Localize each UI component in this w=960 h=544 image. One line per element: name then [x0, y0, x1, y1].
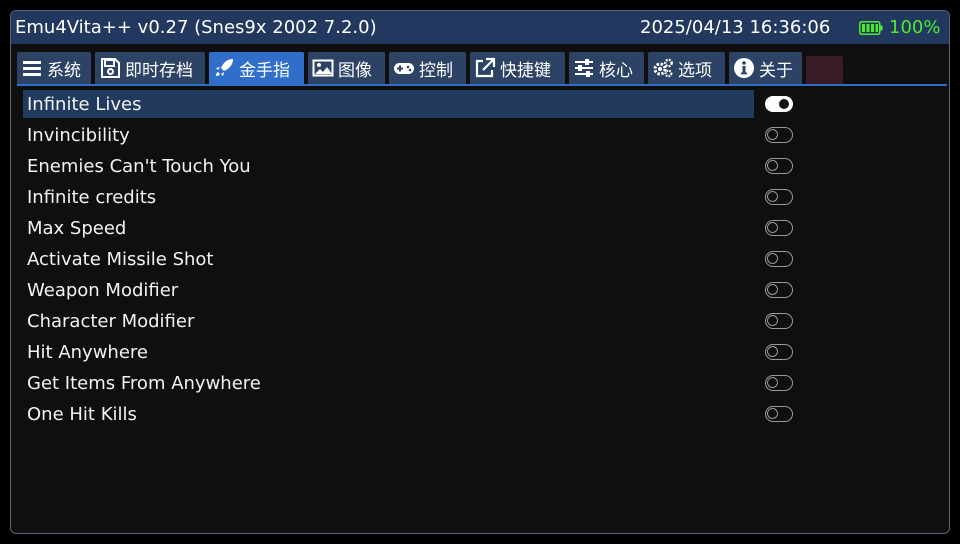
cheat-row[interactable]: Weapon Modifier — [23, 275, 813, 306]
toggle-knob — [767, 315, 778, 326]
tab-label: 系统 — [47, 60, 81, 81]
tab-label: 图像 — [338, 60, 372, 81]
cheat-toggle[interactable] — [765, 158, 793, 174]
cheat-label: Invincibility — [27, 125, 130, 146]
cheat-toggle[interactable] — [765, 282, 793, 298]
cheat-label: Hit Anywhere — [27, 342, 148, 363]
cheat-label: Infinite credits — [27, 187, 157, 208]
cheat-label: Enemies Can't Touch You — [27, 156, 251, 177]
toggle-knob — [767, 222, 778, 233]
cheat-row[interactable]: Character Modifier — [23, 306, 813, 337]
cheat-row[interactable]: Invincibility — [23, 120, 813, 151]
toggle-knob — [767, 408, 778, 419]
cheat-toggle[interactable] — [765, 189, 793, 205]
cheat-toggle[interactable] — [765, 313, 793, 329]
battery-full-icon — [859, 20, 883, 35]
cheat-label: Max Speed — [27, 218, 127, 239]
cheat-toggle[interactable] — [765, 375, 793, 391]
tab-overflow-indicator — [806, 56, 843, 84]
cheat-label: Weapon Modifier — [27, 280, 179, 301]
cheat-row[interactable]: Hit Anywhere — [23, 337, 813, 368]
cheat-row[interactable]: Infinite credits — [23, 182, 813, 213]
cheat-label: Activate Missile Shot — [27, 249, 214, 270]
tab-label: 选项 — [678, 60, 712, 81]
toggle-knob — [767, 377, 778, 388]
datetime: 2025/04/13 16:36:06 — [640, 17, 831, 38]
menu-icon — [21, 57, 43, 79]
tab-label: 关于 — [759, 60, 793, 81]
toggle-knob — [779, 98, 789, 109]
tab-label: 快捷键 — [500, 60, 551, 81]
toggle-knob — [767, 284, 778, 295]
tab-label: 金手指 — [239, 60, 290, 81]
toggle-knob — [767, 160, 778, 171]
cheat-list: Infinite Lives Invincibility Enemies Can't… — [23, 89, 813, 430]
cheat-toggle[interactable] — [765, 251, 793, 267]
cheat-toggle[interactable] — [765, 96, 793, 112]
tab-cheats[interactable]: 金手指 — [209, 52, 304, 84]
sliders-icon — [573, 57, 595, 79]
toggle-knob — [767, 191, 778, 202]
toggle-knob — [767, 129, 778, 140]
rocket-icon — [213, 57, 235, 79]
cheat-row[interactable]: Activate Missile Shot — [23, 244, 813, 275]
title-bar: Emu4Vita++ v0.27 (Snes9x 2002 7.2.0) 202… — [11, 11, 949, 44]
tab-label: 核心 — [599, 60, 633, 81]
toggle-knob — [767, 346, 778, 357]
tab-label: 即时存档 — [125, 60, 193, 81]
gears-icon — [652, 57, 674, 79]
emulator-menu-window: Emu4Vita++ v0.27 (Snes9x 2002 7.2.0) 202… — [10, 10, 950, 534]
info-icon — [733, 57, 755, 79]
tab-label: 控制 — [419, 60, 453, 81]
cheat-row[interactable]: Infinite Lives — [23, 89, 813, 120]
cheat-row[interactable]: Get Items From Anywhere — [23, 368, 813, 399]
cheat-toggle[interactable] — [765, 344, 793, 360]
cheat-toggle[interactable] — [765, 220, 793, 236]
tab-controls[interactable]: 控制 — [389, 52, 466, 84]
tab-underline — [17, 84, 947, 86]
tab-system[interactable]: 系统 — [17, 52, 91, 84]
cheat-row[interactable]: Max Speed — [23, 213, 813, 244]
cheat-row[interactable]: Enemies Can't Touch You — [23, 151, 813, 182]
cheat-label: Get Items From Anywhere — [27, 373, 261, 394]
tab-save-state[interactable]: 即时存档 — [95, 52, 205, 84]
save-icon — [99, 57, 121, 79]
gamepad-icon — [393, 57, 415, 79]
image-icon — [312, 57, 334, 79]
cheat-row[interactable]: One Hit Kills — [23, 399, 813, 430]
cheat-label: Character Modifier — [27, 311, 195, 332]
cheat-label: One Hit Kills — [27, 404, 137, 425]
cheat-label: Infinite Lives — [27, 94, 142, 115]
tab-graphics[interactable]: 图像 — [308, 52, 385, 84]
battery-status: 100% — [859, 11, 940, 44]
tab-options[interactable]: 选项 — [648, 52, 725, 84]
tab-hotkeys[interactable]: 快捷键 — [470, 52, 565, 84]
cheat-toggle[interactable] — [765, 406, 793, 422]
tab-about[interactable]: 关于 — [729, 52, 802, 84]
tab-bar: 系统 即时存档 金手指 图像 控制 快捷键 核心 选项 关于 — [17, 52, 947, 84]
toggle-knob — [767, 253, 778, 264]
app-title: Emu4Vita++ v0.27 (Snes9x 2002 7.2.0) — [15, 17, 377, 38]
tab-core[interactable]: 核心 — [569, 52, 644, 84]
cheat-toggle[interactable] — [765, 127, 793, 143]
battery-percent: 100% — [889, 17, 941, 38]
external-link-icon — [474, 57, 496, 79]
